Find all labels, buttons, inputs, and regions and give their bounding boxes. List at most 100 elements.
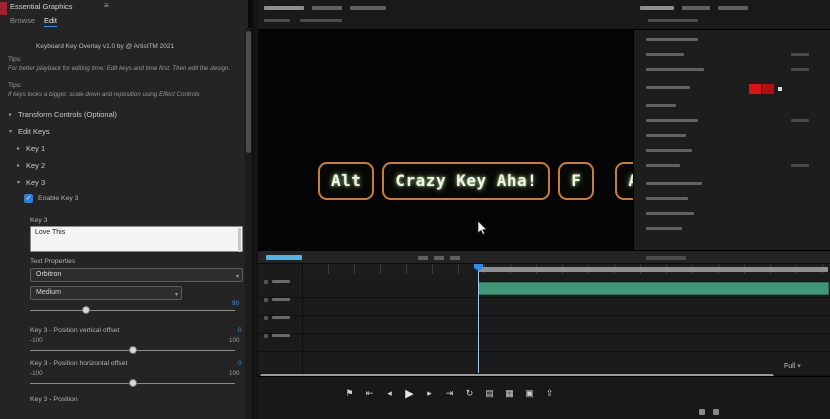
timeline-tool-icon[interactable] bbox=[434, 256, 444, 260]
tab-browse[interactable]: Browse bbox=[10, 16, 35, 25]
color-swatch-white[interactable] bbox=[778, 87, 782, 91]
slider-handle[interactable] bbox=[129, 346, 137, 354]
panel-menu-icon[interactable]: ≡ bbox=[104, 1, 109, 10]
timecode-display[interactable] bbox=[266, 255, 302, 260]
track-toggle[interactable] bbox=[264, 316, 268, 320]
property-row-label bbox=[646, 119, 698, 122]
lane-divider bbox=[258, 351, 830, 352]
horizontal-offset-value: 0 bbox=[238, 360, 242, 367]
lift-button[interactable]: ▤ bbox=[484, 388, 495, 399]
transport-controls: ⚑ ⇤ ◂ ▶ ▸ ⇥ ↻ ▤ ▦ ▣ ⇪ bbox=[344, 387, 555, 400]
row-key-3[interactable]: ▾Key 3 bbox=[17, 178, 45, 187]
tips-label-1: Tips: bbox=[8, 56, 22, 63]
row-label: Key 3 bbox=[26, 178, 45, 187]
step-back-button[interactable]: ◂ bbox=[384, 388, 395, 399]
track-label-a3[interactable] bbox=[272, 334, 290, 337]
chevron-down-icon: ▾ bbox=[797, 363, 801, 370]
track-label-a2[interactable] bbox=[272, 316, 290, 319]
panel-tab[interactable] bbox=[312, 6, 342, 10]
track-toggle[interactable] bbox=[264, 334, 268, 338]
property-row-label bbox=[646, 182, 702, 185]
app-logo bbox=[0, 2, 7, 15]
property-value[interactable] bbox=[791, 68, 809, 71]
timeline-option[interactable] bbox=[646, 256, 686, 260]
timeline-tool-icon[interactable] bbox=[418, 256, 428, 260]
panel-tab[interactable] bbox=[682, 6, 710, 10]
vertical-offset-slider[interactable] bbox=[30, 346, 235, 355]
row-label: Key 2 bbox=[26, 161, 45, 170]
chevron-down-icon: ▾ bbox=[236, 271, 239, 283]
panel-subtab[interactable] bbox=[300, 19, 342, 22]
share-button[interactable]: ⇪ bbox=[544, 388, 555, 399]
row-key-1[interactable]: ▸Key 1 bbox=[17, 144, 45, 153]
track-toggle[interactable] bbox=[264, 298, 268, 302]
track-label-a1[interactable] bbox=[272, 298, 290, 301]
panel-scrollbar-thumb[interactable] bbox=[246, 31, 251, 153]
property-value[interactable] bbox=[791, 119, 809, 122]
property-row-label bbox=[646, 53, 684, 56]
property-row-label bbox=[646, 68, 704, 71]
chevron-down-icon: ▾ bbox=[175, 289, 178, 301]
enable-key3-label: Enable Key 3 bbox=[38, 195, 78, 202]
panel-tab[interactable] bbox=[718, 6, 748, 10]
workspace-mini-button-2[interactable] bbox=[713, 409, 719, 415]
playhead[interactable] bbox=[478, 264, 479, 373]
timeline-clip[interactable] bbox=[478, 282, 829, 295]
go-to-out-button[interactable]: ⇥ bbox=[444, 388, 455, 399]
property-value[interactable] bbox=[791, 164, 809, 167]
plugin-credit: Keyboard Key Overlay v1.0 by @ ArtistTM … bbox=[36, 43, 174, 50]
row-edit-keys[interactable]: ▾Edit Keys bbox=[9, 127, 50, 136]
playback-resolution-value: Full bbox=[784, 363, 795, 370]
input-scrollbar[interactable] bbox=[238, 228, 241, 252]
workspace-mini-button[interactable] bbox=[699, 409, 705, 415]
effects-properties-panel bbox=[633, 30, 830, 250]
panel-title: Essential Graphics bbox=[10, 2, 73, 11]
vertical-offset-label: Key 3 - Position vertical offset bbox=[30, 327, 119, 334]
slider-handle[interactable] bbox=[129, 379, 137, 387]
chevron-right-icon: ▸ bbox=[17, 145, 26, 152]
panel-subtab[interactable] bbox=[264, 19, 290, 22]
color-swatch-red[interactable] bbox=[749, 84, 761, 94]
property-row-label bbox=[646, 149, 692, 152]
track-label-v1[interactable] bbox=[272, 280, 290, 283]
panel-subtab[interactable] bbox=[648, 19, 698, 22]
step-forward-button[interactable]: ▸ bbox=[424, 388, 435, 399]
next-row-label-partial: Key 3 - Position bbox=[30, 396, 78, 403]
panel-tab[interactable] bbox=[350, 6, 386, 10]
font-family-select[interactable]: Orbitron ▾ bbox=[30, 268, 243, 282]
property-row-label bbox=[646, 197, 688, 200]
slider-handle[interactable] bbox=[82, 306, 90, 314]
enable-key3-checkbox[interactable]: ✓ bbox=[24, 194, 33, 203]
playback-resolution-dropdown[interactable]: Full ▾ bbox=[784, 362, 801, 370]
font-family-value: Orbitron bbox=[36, 271, 61, 278]
play-button[interactable]: ▶ bbox=[404, 387, 415, 400]
key3-text-input[interactable]: Love This bbox=[30, 226, 243, 252]
row-key-2[interactable]: ▸Key 2 bbox=[17, 161, 45, 170]
vertical-offset-max: 100 bbox=[229, 337, 240, 344]
chevron-right-icon: ▸ bbox=[9, 111, 18, 118]
panel-tab-strip bbox=[258, 0, 830, 30]
timeline-panel bbox=[258, 250, 830, 375]
row-label: Key 1 bbox=[26, 144, 45, 153]
color-swatch-red-2[interactable] bbox=[762, 84, 774, 94]
panel-tab[interactable] bbox=[264, 6, 304, 10]
panel-tab[interactable] bbox=[640, 6, 674, 10]
track-toggle[interactable] bbox=[264, 280, 268, 284]
go-to-in-button[interactable]: ⇤ bbox=[364, 388, 375, 399]
export-frame-button[interactable]: ▣ bbox=[524, 388, 535, 399]
keyboard-overlay-row: Alt Crazy Key Aha! F A bbox=[318, 162, 652, 200]
timeline-tool-icon[interactable] bbox=[450, 256, 460, 260]
loop-button[interactable]: ↻ bbox=[464, 388, 475, 399]
row-transform-controls[interactable]: ▸Transform Controls (Optional) bbox=[9, 110, 117, 119]
timeline-clip-upper[interactable] bbox=[478, 267, 828, 272]
font-weight-select[interactable]: Medium ▾ bbox=[30, 286, 182, 300]
row-label: Edit Keys bbox=[18, 127, 50, 136]
extract-button[interactable]: ▦ bbox=[504, 388, 515, 399]
add-marker-button[interactable]: ⚑ bbox=[344, 388, 355, 399]
tab-edit[interactable]: Edit bbox=[44, 16, 57, 27]
property-row-label bbox=[646, 164, 680, 167]
size-slider[interactable] bbox=[30, 306, 235, 315]
horizontal-offset-slider[interactable] bbox=[30, 379, 235, 388]
property-row-label bbox=[646, 86, 690, 89]
property-value[interactable] bbox=[791, 53, 809, 56]
